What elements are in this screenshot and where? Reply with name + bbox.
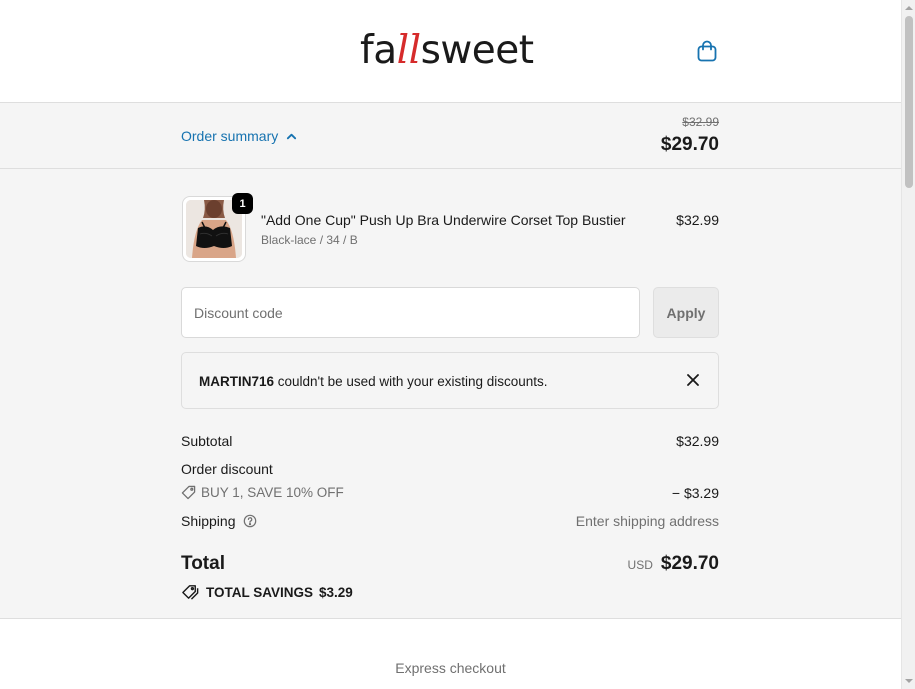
currency-code: USD — [627, 558, 653, 572]
product-thumbnail: 1 — [182, 193, 253, 262]
tag-icon — [181, 485, 196, 500]
discount-code-text: MARTIN716 — [199, 374, 275, 389]
product-variant: Black-lace / 34 / B — [261, 233, 358, 247]
order-summary-toggle[interactable]: Order summary — [181, 128, 297, 144]
site-header: fallsweet — [0, 0, 901, 103]
order-summary-panel: 1 "Add One Cup" Push Up Bra Underwire Co… — [0, 169, 901, 619]
store-logo[interactable]: fallsweet — [360, 28, 534, 73]
scroll-down-arrow-icon[interactable] — [905, 677, 913, 685]
order-summary-bar: Order summary $32.99 $29.70 — [0, 103, 901, 169]
product-price: $32.99 — [676, 212, 719, 228]
order-summary-label: Order summary — [181, 128, 279, 144]
shopping-bag-icon[interactable] — [695, 39, 719, 63]
total-label: Total — [181, 553, 225, 574]
close-icon[interactable] — [684, 371, 702, 389]
discount-error-text: couldn't be used with your existing disc… — [274, 374, 548, 389]
scrollbar-thumb[interactable] — [905, 16, 913, 188]
original-total-price: $32.99 — [682, 115, 719, 129]
discount-code-input[interactable] — [181, 287, 640, 338]
discount-line: BUY 1, SAVE 10% OFF — [181, 485, 344, 500]
order-discount-label: Order discount — [181, 461, 273, 477]
shipping-value: Enter shipping address — [575, 513, 719, 529]
discount-error-alert: MARTIN716 couldn't be used with your exi… — [181, 352, 719, 409]
total-savings: TOTAL SAVINGS $3.29 — [181, 584, 353, 600]
total-value: USD $29.70 — [628, 553, 719, 575]
help-circle-icon[interactable] — [243, 514, 257, 528]
apply-discount-button[interactable]: Apply — [653, 287, 719, 338]
logo-text-suffix: sweet — [420, 28, 535, 73]
shipping-label: Shipping — [181, 513, 236, 529]
discount-amount: − $3.29 — [671, 485, 719, 501]
product-title: "Add One Cup" Push Up Bra Underwire Cors… — [261, 212, 626, 228]
total-savings-label: TOTAL SAVINGS — [206, 584, 314, 600]
tags-icon — [182, 585, 199, 600]
discount-name: BUY 1, SAVE 10% OFF — [201, 485, 344, 500]
logo-text-accent: ll — [396, 28, 421, 73]
discount-error-message: MARTIN716 couldn't be used with your exi… — [199, 374, 548, 389]
shipping-row-label: Shipping — [181, 513, 257, 529]
quantity-badge: 1 — [232, 193, 253, 214]
subtotal-label: Subtotal — [181, 433, 233, 449]
total-savings-value: $3.29 — [319, 584, 353, 600]
total-amount: $29.70 — [660, 553, 719, 574]
scrollbar[interactable] — [901, 0, 915, 689]
express-checkout-heading: Express checkout — [395, 660, 506, 676]
logo-text-prefix: fa — [360, 28, 397, 73]
scroll-up-arrow-icon[interactable] — [905, 4, 913, 12]
summary-total-price: $29.70 — [660, 134, 719, 155]
chevron-up-icon — [287, 133, 297, 139]
subtotal-value: $32.99 — [676, 433, 719, 449]
